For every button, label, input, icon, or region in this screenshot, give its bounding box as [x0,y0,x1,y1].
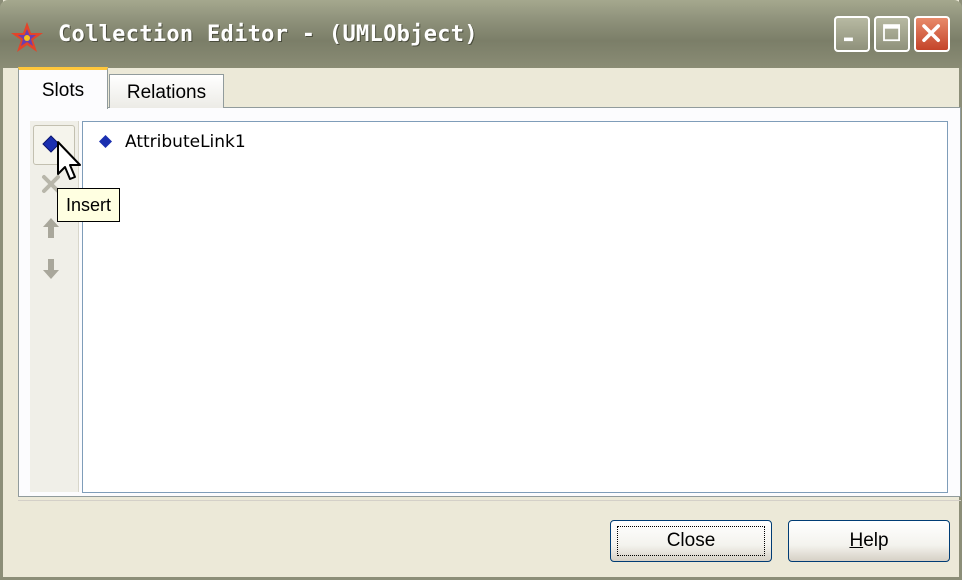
maximize-icon [883,24,900,42]
arrow-down-icon[interactable] [38,256,64,282]
help-button-label: elp [863,530,889,551]
diamond-icon [99,135,112,148]
minimize-button[interactable] [834,16,870,52]
insert-tooltip: Insert [57,188,121,222]
tab-slots[interactable]: Slots [18,67,108,109]
star-icon [11,22,43,52]
focus-rectangle [617,526,765,556]
help-button[interactable]: Help [788,520,950,562]
close-icon [922,24,940,42]
list-item-label: AttributeLink1 [125,132,246,152]
minimize-icon [844,37,853,42]
title-bar[interactable]: Collection Editor - (UMLObject) [0,0,962,68]
close-button[interactable]: Close [610,520,772,562]
slots-listbox[interactable]: AttributeLink1 [82,121,948,493]
help-button-mnemonic: H [849,530,864,551]
window-title: Collection Editor - (UMLObject) [58,22,478,47]
close-window-button[interactable] [914,16,950,52]
tab-relations[interactable]: Relations [109,74,224,108]
maximize-button[interactable] [874,16,910,52]
footer-separator [18,500,961,501]
mouse-cursor-icon [57,141,81,180]
